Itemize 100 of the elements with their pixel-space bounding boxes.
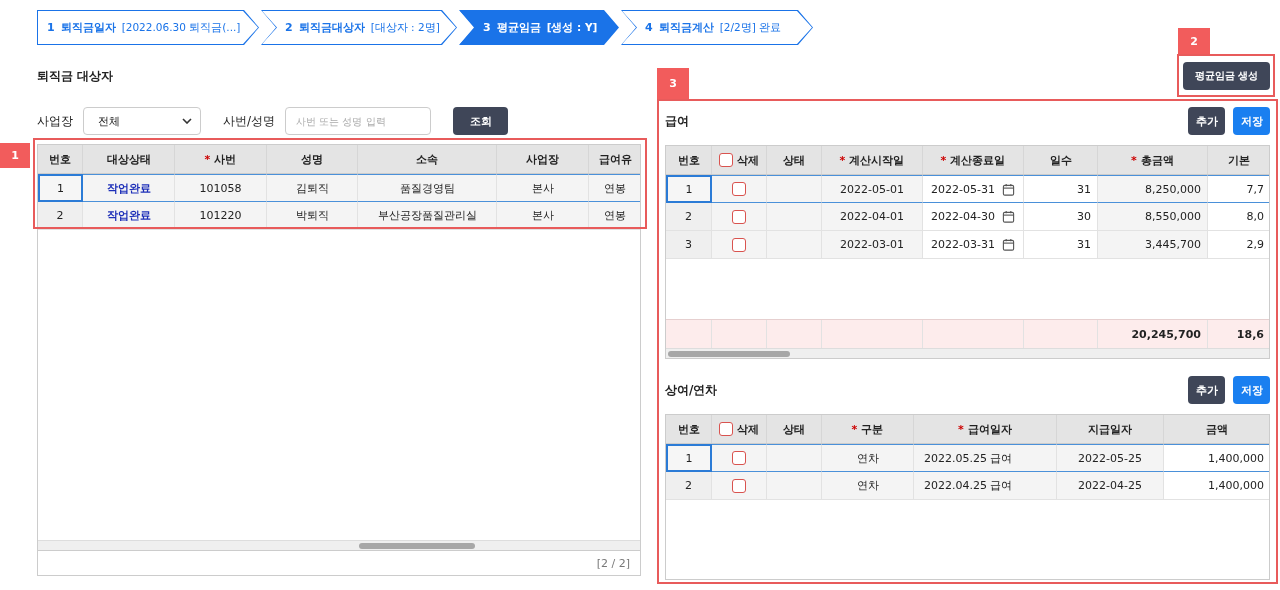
table-cell: 2022-03-01: [822, 231, 923, 259]
required-mark: *: [940, 153, 947, 167]
checkbox[interactable]: [732, 237, 746, 252]
table-cell[interactable]: 31: [1024, 231, 1098, 259]
section-title: 상여/연차: [665, 382, 718, 399]
section-title: 퇴직금 대상자: [37, 68, 114, 85]
save-button[interactable]: 저장: [1233, 107, 1270, 135]
checkbox[interactable]: [732, 451, 746, 465]
calendar-icon[interactable]: [1002, 182, 1015, 196]
step-tab[interactable]: 1 퇴직금일자 [2022.06.30 퇴직금(...]: [37, 10, 259, 45]
date-field[interactable]: 2022-04-30: [931, 210, 995, 223]
search-field[interactable]: 사번 또는 성명 입력: [285, 107, 432, 135]
search-button[interactable]: 조회: [453, 107, 509, 135]
row-number: 2: [666, 203, 712, 231]
required-mark: *: [958, 422, 964, 436]
row-number: 1: [666, 444, 712, 472]
column-header: 소속: [358, 145, 497, 173]
callout-number: 2: [1178, 28, 1210, 54]
table-cell: 2022.05.25 급여: [914, 444, 1057, 472]
scrollbar[interactable]: [38, 540, 640, 550]
save-button[interactable]: 저장: [1233, 376, 1270, 404]
step-tab[interactable]: 4 퇴직금계산 [2/2명] 완료: [621, 10, 813, 45]
column-header: 상태: [767, 415, 822, 443]
table-cell[interactable]: 1,400,000: [1164, 444, 1269, 472]
column-header: 상태: [767, 146, 822, 174]
add-button[interactable]: 추가: [1188, 107, 1225, 135]
table-cell: 8,250,000: [1098, 175, 1208, 203]
table-cell: 김퇴직: [267, 174, 358, 202]
column-header: 번호: [666, 146, 712, 174]
site-select[interactable]: 전체: [83, 107, 201, 135]
column-header: 급여일자: [967, 421, 1012, 437]
table-cell[interactable]: 7,7: [1208, 175, 1269, 203]
callout-number: 1: [0, 143, 30, 168]
table-cell: 작업완료: [83, 202, 175, 230]
section-title: 급여: [665, 113, 689, 130]
table-cell: 8,550,000: [1098, 203, 1208, 231]
column-header: 사번: [214, 151, 237, 167]
table-cell: 작업완료: [83, 174, 175, 202]
column-header: 일수: [1024, 146, 1098, 174]
row-number: 1: [38, 174, 83, 202]
column-header: 사업장: [497, 145, 589, 173]
required-mark: *: [1131, 153, 1137, 167]
callout-number: 3: [657, 68, 689, 99]
column-header: 지급일자: [1057, 415, 1164, 443]
column-header: 성명: [267, 145, 358, 173]
column-header: 번호: [666, 415, 712, 443]
checkbox[interactable]: [719, 153, 733, 167]
column-header: 기본: [1208, 146, 1269, 174]
calendar-icon[interactable]: [1002, 238, 1015, 251]
row-number: 2: [666, 472, 712, 500]
table-cell: 2022-04-25: [1057, 472, 1164, 500]
checkbox[interactable]: [732, 478, 746, 493]
row-number: 3: [666, 231, 712, 259]
column-header: 총금액: [1140, 152, 1174, 168]
table-cell: 본사: [497, 174, 589, 202]
table-cell: 101220: [175, 202, 267, 230]
step-tab[interactable]: 2 퇴직금대상자 [대상자 : 2명]: [261, 10, 457, 45]
column-header: 구분: [861, 421, 884, 437]
column-header: 계산종료일: [950, 152, 1006, 168]
checkbox[interactable]: [732, 182, 746, 196]
table-cell: 본사: [497, 202, 589, 230]
column-header: 대상상태: [83, 145, 175, 173]
required-mark: *: [204, 152, 211, 166]
table-cell: 2022-05-01: [822, 175, 923, 203]
table-cell: 박퇴직: [267, 202, 358, 230]
table-cell: 2022.04.25 급여: [914, 472, 1057, 500]
column-header: 계산시작일: [849, 152, 905, 168]
table-cell: 연차: [822, 472, 914, 500]
step-tab[interactable]: 3 평균임금 [생성 : Y]: [459, 10, 619, 45]
table-cell: 연봉: [589, 202, 640, 230]
table-cell: 부산공장품질관리실: [358, 202, 497, 230]
table-cell: 3,445,700: [1098, 231, 1208, 259]
caret-icon[interactable]: [182, 118, 192, 124]
date-field[interactable]: 2022-03-31: [931, 238, 995, 251]
column-header: 번호: [38, 145, 83, 173]
table-cell: 연봉: [589, 174, 640, 202]
checkbox[interactable]: [719, 422, 733, 436]
column-header: 급여유: [589, 145, 640, 173]
column-header: 금액: [1164, 415, 1269, 443]
table-cell: 품질경영팀: [358, 174, 497, 202]
generate-button[interactable]: 평균임금 생성: [1182, 62, 1270, 90]
table-cell: 연차: [822, 444, 914, 472]
table-cell: 2022-04-01: [822, 203, 923, 231]
column-header: 삭제: [737, 152, 759, 168]
checkbox[interactable]: [732, 209, 746, 224]
required-mark: *: [839, 153, 846, 167]
field-label: 사업장: [37, 112, 73, 130]
field-label: 사번/성명: [223, 112, 276, 130]
page-count: [2 / 2]: [596, 556, 630, 570]
table-cell: 101058: [175, 174, 267, 202]
column-header: 삭제: [737, 421, 759, 437]
table-cell[interactable]: 30: [1024, 203, 1098, 231]
table-cell[interactable]: 31: [1024, 175, 1098, 203]
required-mark: *: [851, 422, 858, 436]
table-cell: 2022-05-25: [1057, 444, 1164, 472]
calendar-icon[interactable]: [1002, 210, 1015, 223]
row-number: 1: [666, 175, 712, 203]
row-number: 2: [38, 202, 83, 230]
scrollbar[interactable]: [666, 348, 1269, 358]
add-button[interactable]: 추가: [1188, 376, 1225, 404]
